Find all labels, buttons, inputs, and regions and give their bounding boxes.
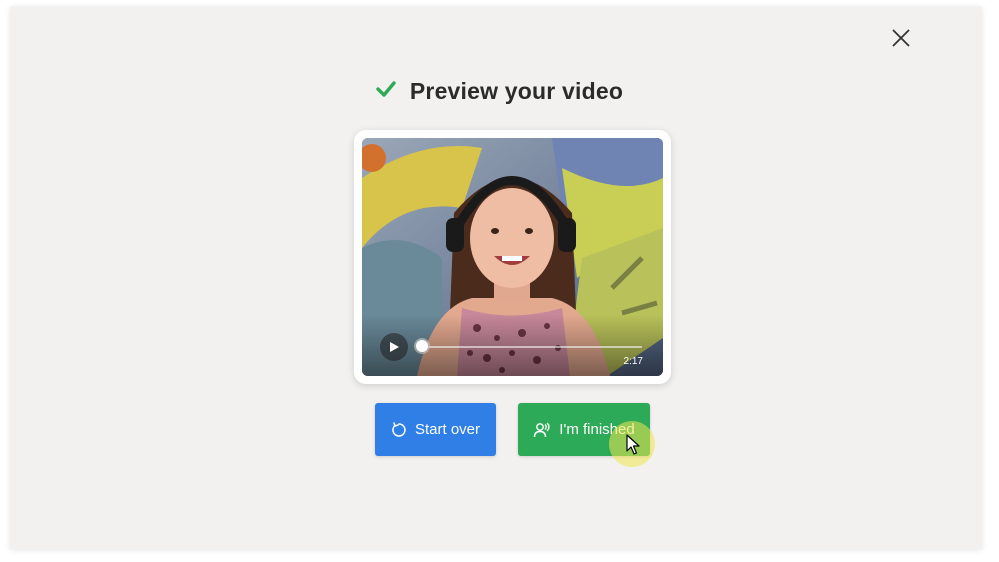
progress-thumb[interactable] [416, 340, 428, 352]
checkmark-icon [376, 79, 396, 99]
finished-label: I'm finished [559, 421, 635, 438]
video-preview-card: 2:17 [354, 130, 671, 384]
play-button[interactable] [380, 333, 408, 361]
people-icon [534, 422, 550, 437]
title-row: Preview your video [0, 78, 999, 105]
video-player[interactable]: 2:17 [362, 138, 663, 376]
finished-button[interactable]: I'm finished [518, 403, 650, 456]
video-duration: 2:17 [623, 356, 643, 367]
close-icon [892, 29, 910, 47]
start-over-label: Start over [414, 421, 481, 438]
start-over-button[interactable]: Start over [375, 403, 496, 456]
play-icon [390, 342, 399, 352]
close-button[interactable] [885, 22, 917, 54]
restart-icon [392, 421, 406, 437]
progress-track[interactable] [420, 346, 642, 348]
video-controls: 2:17 [362, 314, 663, 376]
page-title: Preview your video [409, 78, 624, 104]
